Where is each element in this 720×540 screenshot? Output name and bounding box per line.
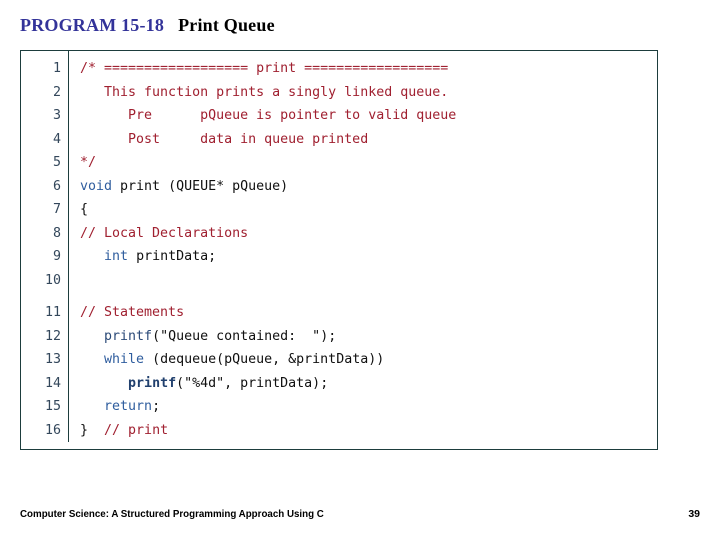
line-number: 15: [44, 399, 61, 414]
footer: Computer Science: A Structured Programmi…: [0, 508, 720, 528]
code-token: int: [104, 249, 129, 264]
code-token: print: [256, 61, 297, 76]
code-token: Pre pQueue is pointer to valid queue: [80, 108, 457, 123]
code-line: 12 printf("Queue contained: ");: [21, 325, 657, 349]
code-listing-box: 1 /* ================== print ===========…: [20, 50, 658, 450]
line-number: 12: [44, 328, 61, 344]
line-number: 10: [44, 272, 61, 288]
code-token: printData;: [128, 249, 217, 264]
line-code: Pre pQueue is pointer to valid queue: [68, 104, 456, 128]
code-line: 14 printf("%4d", printData);: [21, 372, 657, 396]
page-title: PROGRAM 15-18 Print Queue: [20, 15, 275, 36]
code-token: ;: [152, 399, 161, 414]
line-number: 1: [52, 61, 61, 76]
line-number: 3: [52, 108, 61, 123]
line-code: */: [68, 151, 96, 175]
line-code: // Local Declarations: [68, 222, 248, 246]
code-line: 13 while (dequeue(pQueue, &printData)): [21, 348, 657, 372]
line-number: 5: [52, 155, 61, 170]
footer-page-number: 39: [688, 508, 700, 520]
line-number: 4: [52, 131, 61, 147]
code-token: // Local Declarations: [80, 225, 249, 241]
line-code: return;: [68, 395, 160, 419]
footer-book-title: Computer Science: A Structured Programmi…: [20, 508, 324, 520]
line-code: void print (QUEUE* pQueue): [68, 175, 288, 199]
code-line: 2 This function prints a singly linked q…: [21, 81, 657, 105]
code-token: (dequeue(pQueue, &printData)): [144, 352, 385, 367]
code-token: // Statements: [80, 305, 185, 320]
line-code: Post data in queue printed: [68, 128, 368, 152]
code-token: ("Queue contained: ");: [152, 328, 337, 344]
code-token: /* ==================: [80, 61, 257, 76]
code-token: This function prints a singly linked que…: [80, 84, 449, 100]
program-name-label: Print Queue: [178, 15, 275, 35]
code-line: 3 Pre pQueue is pointer to valid queue: [21, 104, 657, 128]
code-line: 16} // print: [21, 419, 657, 443]
line-code: int printData;: [68, 245, 216, 269]
code-listing: 1 /* ================== print ===========…: [21, 51, 657, 442]
code-token: }: [80, 422, 105, 438]
code-line: 11 // Statements: [21, 301, 657, 325]
code-line: 1 /* ================== print ===========…: [21, 57, 657, 81]
code-token: return: [104, 399, 153, 414]
program-number-label: PROGRAM 15-18: [20, 15, 165, 35]
line-number: 14: [44, 375, 61, 391]
code-line: 10: [21, 269, 657, 293]
line-number: 2: [52, 84, 61, 100]
code-line: 5 */: [21, 151, 657, 175]
code-line: 7{: [21, 198, 657, 222]
code-token: ("%4d", printData);: [176, 375, 329, 391]
code-token: void: [80, 178, 113, 194]
line-number: 9: [52, 249, 61, 264]
code-line: 15 return;: [21, 395, 657, 419]
code-token: Post data in queue printed: [80, 131, 369, 147]
code-token: while: [104, 352, 145, 367]
line-number: 16: [44, 422, 61, 438]
code-token: // print: [104, 422, 169, 438]
line-code: } // print: [68, 419, 168, 443]
line-code: while (dequeue(pQueue, &printData)): [68, 348, 384, 372]
line-number: 6: [52, 178, 61, 194]
line-code: /* ================== print ============…: [68, 57, 448, 81]
code-token: {: [80, 202, 89, 217]
line-code: {: [68, 198, 88, 222]
code-line: 8 // Local Declarations: [21, 222, 657, 246]
code-token: ==================: [296, 61, 449, 76]
gutter-divider: [68, 51, 70, 442]
line-code: // Statements: [68, 301, 184, 325]
code-token: printf: [128, 375, 177, 391]
code-token: print (QUEUE* pQueue): [112, 178, 289, 194]
line-number: 8: [52, 225, 61, 241]
code-line: 6 void print (QUEUE* pQueue): [21, 175, 657, 199]
line-number: 11: [44, 305, 61, 320]
line-code: printf("%4d", printData);: [68, 372, 328, 396]
code-token: */: [80, 155, 97, 170]
line-number: 7: [52, 202, 61, 217]
code-token: printf: [104, 328, 153, 344]
line-number: 13: [44, 352, 61, 367]
code-line: 9 int printData;: [21, 245, 657, 269]
line-code: printf("Queue contained: ");: [68, 325, 336, 349]
code-line: 4 Post data in queue printed: [21, 128, 657, 152]
line-code: This function prints a singly linked que…: [68, 81, 448, 105]
